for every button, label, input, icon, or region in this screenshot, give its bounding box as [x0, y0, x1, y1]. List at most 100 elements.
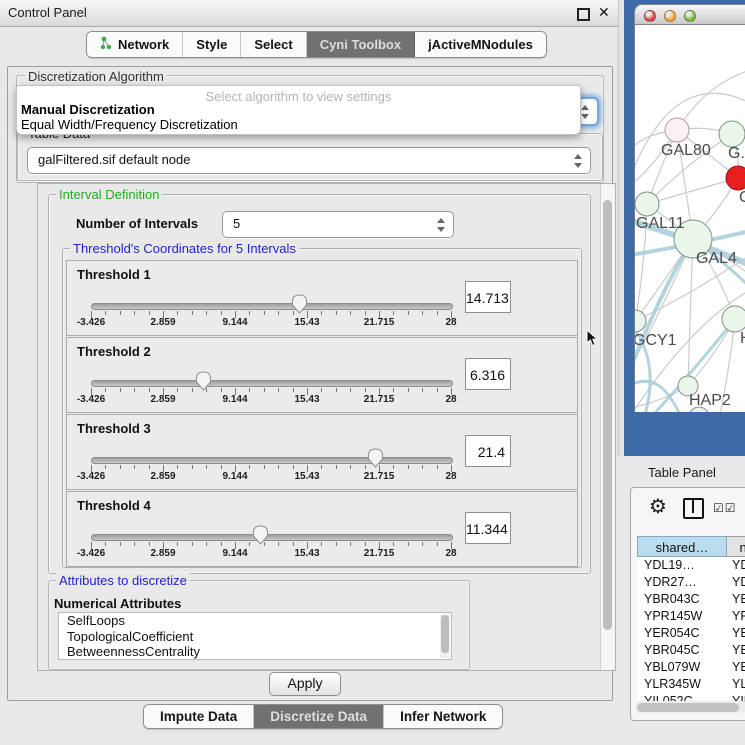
- tab-select[interactable]: Select: [241, 32, 306, 57]
- slider-track[interactable]: [91, 534, 453, 541]
- table-panel-title: Table Panel: [648, 465, 716, 480]
- slider-tick: [221, 542, 222, 546]
- slider-tick: [393, 542, 394, 546]
- network-edge-highlight[interactable]: [635, 381, 680, 412]
- checkbox-icons[interactable]: ☑☑: [713, 501, 737, 515]
- network-node-G[interactable]: [719, 121, 745, 147]
- horizontal-scrollbar[interactable]: [635, 701, 745, 713]
- threshold-group-title: Threshold's Coordinates for 5 Intervals: [70, 241, 299, 256]
- slider-track[interactable]: [91, 380, 453, 387]
- threshold-value-field[interactable]: 11.344: [465, 512, 511, 544]
- minimize-traffic-light-icon[interactable]: [664, 10, 676, 22]
- slider-track[interactable]: [91, 303, 453, 310]
- network-node-C[interactable]: [726, 166, 745, 190]
- threshold-panel-2: Threshold 2-3.4262.8599.14415.4321.71528…: [66, 337, 578, 413]
- intervals-label: Number of Intervals: [76, 216, 198, 231]
- slider-tick: [149, 388, 150, 392]
- slider-thumb[interactable]: [291, 294, 308, 319]
- tab-discretize-data[interactable]: Discretize Data: [254, 705, 384, 728]
- float-window-icon[interactable]: [577, 8, 590, 21]
- slider-tick: [321, 311, 322, 315]
- slider-tick: [264, 388, 265, 392]
- tab-label: Network: [118, 37, 169, 52]
- tab-label: Select: [254, 37, 292, 52]
- network-edge[interactable]: [688, 239, 693, 386]
- slider-tick: [149, 542, 150, 546]
- node-table-panel: ⚙ ☑☑ shared… na YDL19…YDL1YDR27…YDR2YBR0…: [630, 487, 745, 721]
- vertical-scrollbar[interactable]: [600, 184, 615, 670]
- scrollbar-thumb[interactable]: [637, 703, 739, 712]
- algorithm-option[interactable]: Manual Discretization: [21, 102, 155, 117]
- slider-thumb[interactable]: [367, 448, 384, 473]
- slider-tick: [350, 388, 351, 392]
- network-node-GAL11[interactable]: [635, 192, 659, 216]
- table-row[interactable]: YDL19…YDL1: [637, 558, 745, 575]
- zoom-traffic-light-icon[interactable]: [684, 10, 696, 22]
- attribute-item[interactable]: SelfLoops: [59, 613, 451, 629]
- table-row[interactable]: YPR145WYPR1: [637, 609, 745, 626]
- network-node-H[interactable]: [722, 306, 745, 332]
- table-row[interactable]: YBR045CYBR0: [637, 643, 745, 660]
- threshold-value-field[interactable]: 6.316: [465, 358, 511, 390]
- tab-cyni-toolbox[interactable]: Cyni Toolbox: [307, 32, 415, 57]
- attributes-scrollbar[interactable]: [440, 614, 450, 658]
- network-node-label: GAL11: [636, 215, 685, 232]
- cell-name: YBR0: [732, 643, 745, 657]
- split-columns-icon[interactable]: [683, 498, 704, 519]
- algorithm-option[interactable]: Equal Width/Frequency Discretization: [21, 117, 238, 132]
- table-row[interactable]: YER054CYER0: [637, 626, 745, 643]
- cell-name: YDL1: [732, 558, 745, 572]
- network-node-GAL80[interactable]: [665, 118, 689, 142]
- attribute-item[interactable]: TopologicalCoefficient: [59, 629, 451, 645]
- table-row[interactable]: YDR27…YDR2: [637, 575, 745, 592]
- network-node-label: H: [740, 330, 745, 347]
- tab-network[interactable]: Network: [87, 32, 183, 57]
- column-header-shared[interactable]: shared…: [637, 536, 727, 557]
- tab-style[interactable]: Style: [183, 32, 241, 57]
- column-header-name[interactable]: na: [727, 536, 745, 557]
- numerical-attributes-heading: Numerical Attributes: [54, 596, 181, 611]
- slider-tick: [278, 542, 279, 546]
- table-row[interactable]: YLR345WYLR3: [637, 677, 745, 694]
- threshold-panel-4: Threshold 4-3.4262.8599.14415.4321.71528…: [66, 491, 578, 567]
- tab-impute-data[interactable]: Impute Data: [144, 705, 254, 728]
- threshold-value-field[interactable]: 14.713: [465, 281, 511, 313]
- close-traffic-light-icon[interactable]: [644, 10, 656, 22]
- network-node-GCY1[interactable]: [635, 310, 646, 332]
- slider-tick-label: 9.144: [222, 394, 247, 405]
- network-node-label: GAL80: [661, 142, 711, 159]
- table-row[interactable]: YBR043CYBR0: [637, 592, 745, 609]
- tab-infer-network[interactable]: Infer Network: [384, 705, 502, 728]
- slider-thumb[interactable]: [252, 525, 269, 550]
- table-row[interactable]: YBL079WYBL0: [637, 660, 745, 677]
- slider-tick: [393, 388, 394, 392]
- table-data-combobox[interactable]: galFiltered.sif default node: [27, 147, 591, 174]
- intervals-combobox[interactable]: 5: [222, 211, 454, 238]
- slider-thumb[interactable]: [195, 371, 212, 396]
- close-icon[interactable]: ✕: [598, 4, 610, 20]
- slider-tick-label: -3.426: [77, 317, 105, 328]
- network-window-titlebar[interactable]: [634, 4, 745, 25]
- cell-shared-name: YBL079W: [644, 660, 726, 674]
- tab-label: Cyni Toolbox: [320, 37, 401, 52]
- slider-tick: [134, 311, 135, 315]
- numerical-attributes-list[interactable]: SelfLoopsTopologicalCoefficientBetweenne…: [58, 612, 452, 660]
- threshold-list: Threshold 1-3.4262.8599.14415.4321.71528…: [62, 248, 580, 566]
- slider-tick: [120, 311, 121, 315]
- slider-tick: [221, 388, 222, 392]
- tab-jactivemnodules[interactable]: jActiveMNodules: [415, 32, 546, 57]
- slider-track[interactable]: [91, 457, 453, 464]
- slider-tick: [134, 388, 135, 392]
- slider-tick-label: 21.715: [364, 548, 395, 559]
- slider-tick: [350, 465, 351, 469]
- slider-tick: [249, 388, 250, 392]
- apply-button[interactable]: Apply: [269, 672, 341, 696]
- network-canvas[interactable]: GAL80G.CGAL11GAL4GCY1HHAP2: [634, 25, 745, 412]
- slider-tick: [105, 465, 106, 469]
- attribute-item[interactable]: BetweennessCentrality: [59, 644, 451, 660]
- threshold-value-field[interactable]: 21.4: [465, 435, 511, 467]
- network-view-window: GAL80G.CGAL11GAL4GCY1HHAP2: [634, 4, 745, 412]
- slider-tick: [336, 388, 337, 392]
- gear-icon[interactable]: ⚙: [649, 494, 667, 519]
- scrollbar-thumb[interactable]: [603, 200, 612, 630]
